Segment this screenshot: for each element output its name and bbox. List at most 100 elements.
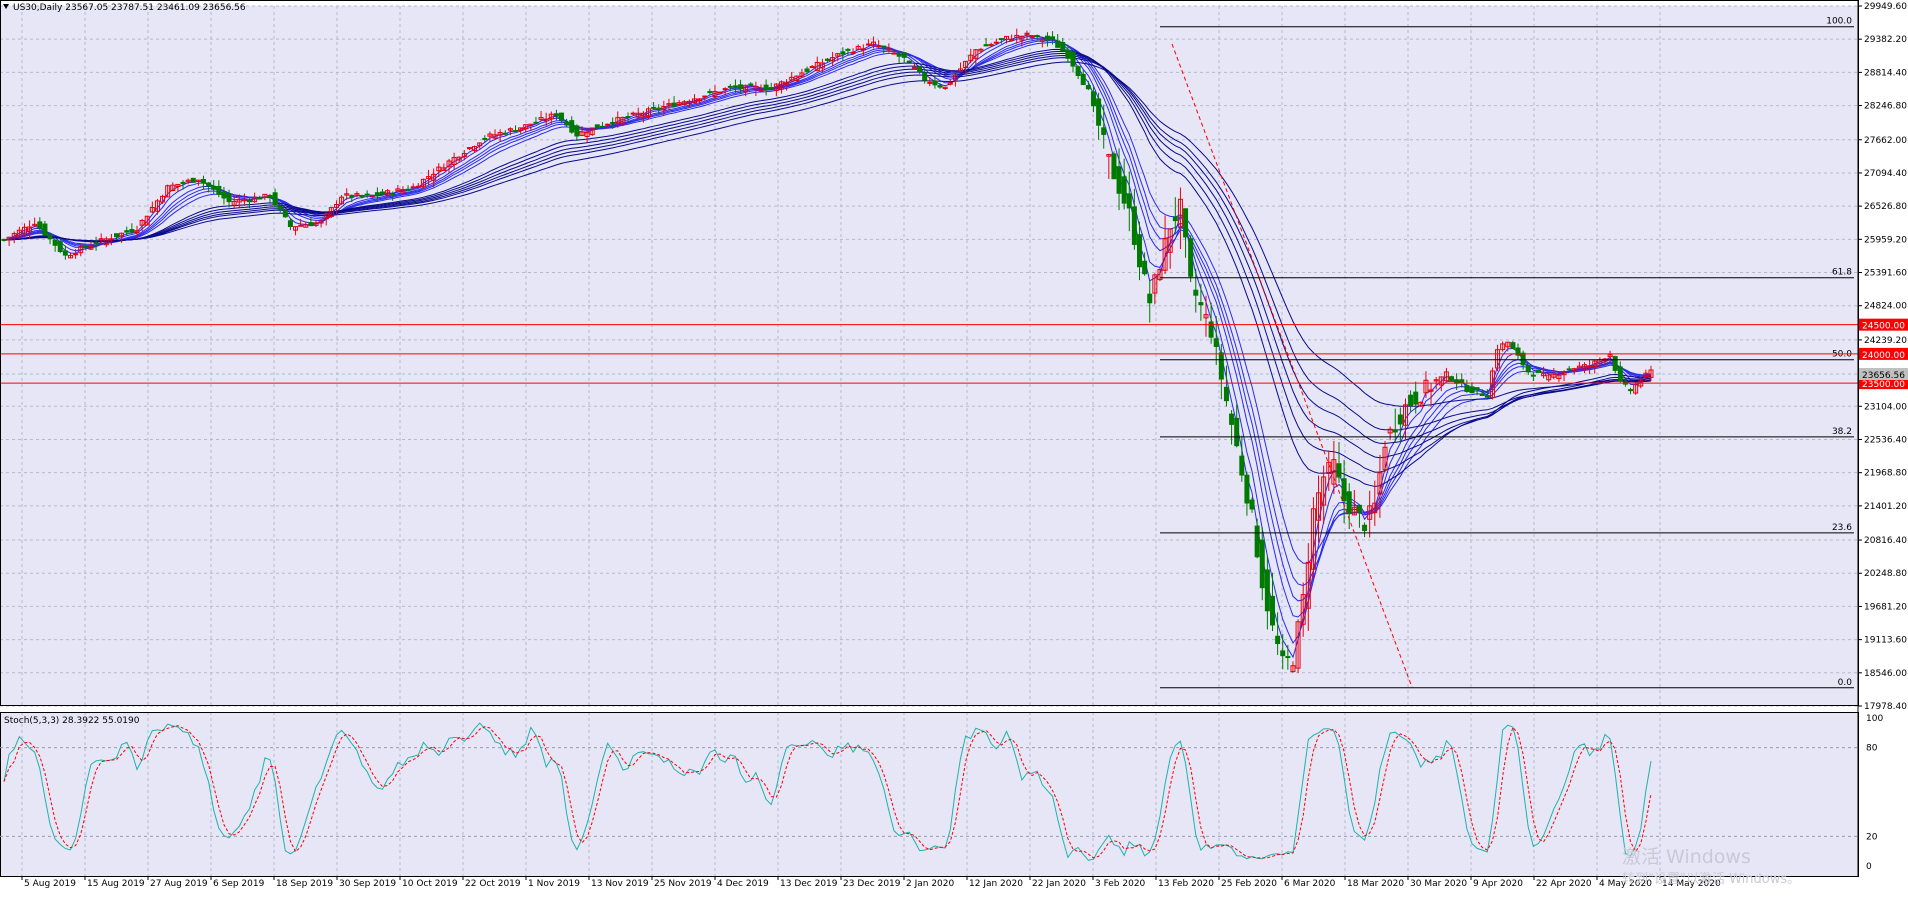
candle-bear <box>364 193 370 196</box>
price-level-tag-label: 24500.00 <box>1862 322 1905 332</box>
candle-bear <box>1065 49 1071 59</box>
candle-bear <box>1218 352 1224 380</box>
candle-bear <box>272 192 278 206</box>
candle-bear <box>1239 455 1245 476</box>
candle-bear <box>1172 216 1178 222</box>
price-tick-label: 19113.60 <box>1864 636 1907 646</box>
candle-bear <box>287 220 293 228</box>
candle-bear <box>1050 36 1056 40</box>
chart-svg: 100.0 61.8 50.0 38.2 23.6 0.0 29949.60 29382.20… <box>0 0 1908 894</box>
candle-bear <box>533 121 539 124</box>
time-tick-label: 10 Oct 2019 <box>402 879 458 889</box>
candle-bear <box>983 44 989 47</box>
price-tick-label: 28246.80 <box>1864 102 1907 112</box>
time-tick-label: 22 Jan 2020 <box>1032 879 1086 889</box>
candle-bull <box>1029 36 1035 39</box>
current-price-label: 23656.56 <box>1862 371 1905 381</box>
main-panel-bg <box>0 6 1858 706</box>
candle-bear <box>1510 342 1516 349</box>
time-tick-label: 30 Mar 2020 <box>1410 879 1467 889</box>
candle-bull <box>927 81 933 84</box>
candle-bear <box>282 210 288 218</box>
candle-bull <box>758 89 764 92</box>
price-tick-label: 25959.20 <box>1864 235 1907 245</box>
candle-bear <box>1 238 7 241</box>
candle-bull <box>886 48 892 51</box>
time-tick-label: 4 Dec 2019 <box>717 879 769 889</box>
candle-bear <box>881 45 887 49</box>
stoch-tick-label: 20 <box>1866 832 1878 842</box>
price-level-tag-label: 24000.00 <box>1862 351 1905 361</box>
candle-bear <box>564 122 570 126</box>
candle-bear <box>1520 352 1526 366</box>
candle-bear <box>1188 238 1194 277</box>
time-tick-label: 14 May 2020 <box>1662 879 1721 889</box>
candle-bear <box>1249 499 1255 510</box>
time-tick-label: 25 Feb 2020 <box>1221 879 1277 889</box>
trading-chart[interactable]: 100.0 61.8 50.0 38.2 23.6 0.0 29949.60 29382.20… <box>0 0 1908 894</box>
candle-bear <box>221 191 227 199</box>
candle-bear <box>1198 302 1204 306</box>
candle-bear <box>206 182 212 187</box>
time-tick-label: 4 May 2020 <box>1599 879 1652 889</box>
candle-bear <box>47 234 53 240</box>
time-tick-label: 13 Nov 2019 <box>591 879 649 889</box>
candle-bear <box>1566 368 1572 371</box>
candle-bear <box>906 60 912 63</box>
candle-bear <box>1459 379 1465 384</box>
candle-bear <box>1392 429 1398 433</box>
candle-bull <box>630 112 636 115</box>
time-tick-label: 13 Feb 2020 <box>1158 879 1214 889</box>
time-tick-label: 9 Apr 2020 <box>1473 879 1523 889</box>
candle-bull <box>911 66 917 69</box>
candle-bear <box>1464 384 1470 392</box>
candle-bear <box>1121 176 1127 204</box>
candle-bear <box>1223 386 1229 402</box>
candle-bear <box>553 113 559 117</box>
candle-bull <box>717 91 723 94</box>
candle-bull <box>298 224 304 227</box>
candle-bear <box>922 72 928 81</box>
candle-bear <box>257 197 263 200</box>
price-tick-label: 22536.40 <box>1864 435 1907 445</box>
fib-level-label: 100.0 <box>1826 17 1852 27</box>
candle-bear <box>226 193 232 203</box>
candle-bear <box>216 185 222 195</box>
candle-bear <box>671 102 677 107</box>
price-tick-label: 25391.60 <box>1864 269 1907 279</box>
candle-bear <box>1269 595 1275 626</box>
price-tick-label: 29949.60 <box>1864 2 1907 12</box>
candle-bear <box>1336 463 1342 478</box>
time-tick-label: 12 Jan 2020 <box>969 879 1023 889</box>
candle-bear <box>1131 206 1137 245</box>
stoch-tick-label: 100 <box>1866 714 1883 724</box>
candle-bear <box>52 239 58 246</box>
price-tick-label: 27662.00 <box>1864 136 1907 146</box>
candle-bear <box>1101 127 1107 135</box>
candle-bull <box>876 45 882 48</box>
fib-level-label: 50.0 <box>1832 350 1852 360</box>
candle-bear <box>1254 525 1260 558</box>
candle-bear <box>1617 366 1623 382</box>
fib-level-label: 38.2 <box>1832 427 1852 437</box>
time-tick-label: 22 Apr 2020 <box>1536 879 1592 889</box>
candle-bear <box>129 229 135 233</box>
candle-bear <box>1408 394 1414 406</box>
candle-bear <box>738 84 744 89</box>
candle-bull <box>702 95 708 98</box>
candle-bear <box>512 130 518 133</box>
candle-bear <box>1090 91 1096 107</box>
candle-bull <box>850 51 856 54</box>
candle-bear <box>180 181 186 184</box>
candle-bear <box>42 223 48 236</box>
candle-bear <box>349 194 355 198</box>
candle-bear <box>308 222 314 227</box>
fib-level-label: 23.6 <box>1832 523 1852 533</box>
candle-bear <box>707 91 713 94</box>
candle-bear <box>247 200 253 203</box>
candle-bear <box>1628 389 1634 392</box>
candle-bear <box>124 230 130 233</box>
candle-bull <box>605 123 611 126</box>
candle-bear <box>190 177 196 183</box>
symbol-header: US30,Daily 23567.05 23787.51 23461.09 23… <box>13 3 246 13</box>
